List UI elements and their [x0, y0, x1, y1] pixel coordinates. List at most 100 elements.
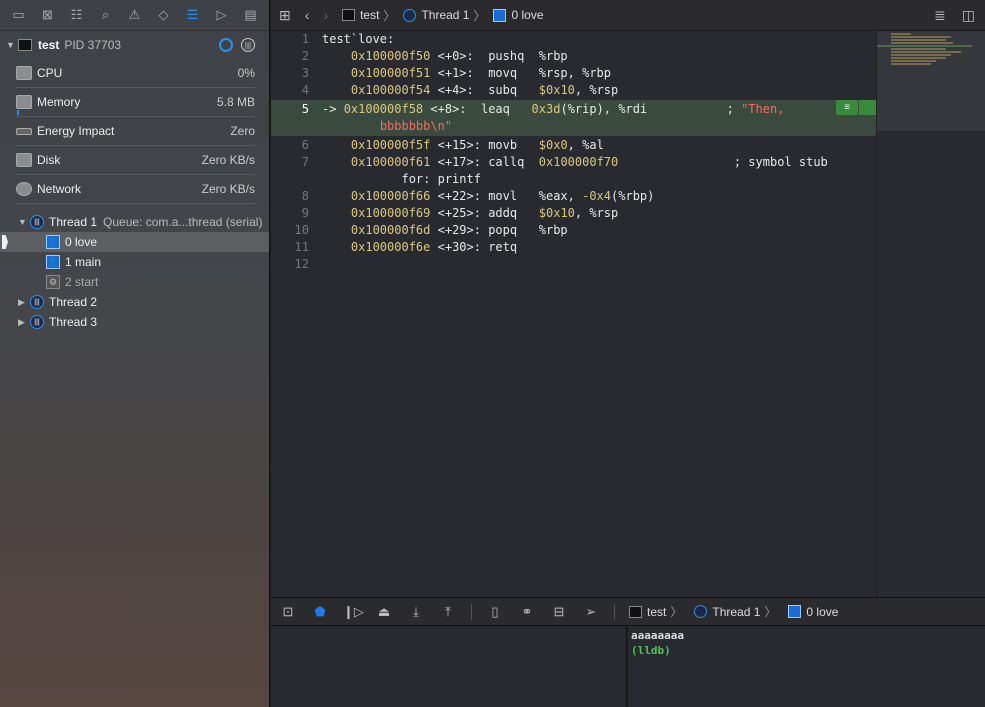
minimap-viewport[interactable]: [877, 31, 985, 131]
report-icon[interactable]: ▤: [243, 7, 259, 23]
crumb-thread[interactable]: Thread 1 〉: [694, 603, 780, 620]
cpu-icon: [16, 66, 32, 80]
editor-options-icon[interactable]: ≣: [934, 7, 946, 24]
frame-row[interactable]: 👤 1 main: [0, 252, 269, 272]
code-token: (%rip), %rdi ;: [560, 102, 742, 116]
thread-icon: [403, 8, 417, 22]
disclosure-triangle-icon[interactable]: ▶: [18, 317, 30, 328]
code-line: 6 0x100000f5f <+15>: movb $0x0, %al: [271, 137, 876, 154]
gauge-icon[interactable]: [219, 38, 233, 52]
instruction-pointer-handle[interactable]: [859, 100, 876, 115]
crumb-thread[interactable]: Thread 1 〉: [403, 7, 489, 24]
related-items-icon[interactable]: ⊞: [279, 7, 291, 24]
crumb-frame[interactable]: 0 love: [493, 8, 544, 22]
disclosure-triangle-icon[interactable]: ▼: [18, 217, 30, 227]
code-token: 0x100000f6e: [350, 240, 431, 254]
forward-icon[interactable]: ›: [323, 7, 328, 23]
code-token: <+29>: popq %rbp: [430, 223, 568, 237]
thread-1-row[interactable]: ▼ ||| Thread 1 Queue: com.a...thread (se…: [0, 212, 269, 232]
frame-row[interactable]: ⚙ 2 start: [0, 272, 269, 292]
code-token: <+17>: callq: [430, 155, 539, 169]
simulate-location-icon[interactable]: ➢: [582, 604, 600, 620]
instruction-pointer-menu-button[interactable]: ≡: [836, 100, 858, 115]
gauge-energy[interactable]: Energy Impact Zero: [16, 117, 255, 146]
minimap[interactable]: [876, 31, 985, 597]
code-line: 5 -> 0x100000f58 <+8>: leaq 0x3d(%rip), %…: [271, 100, 876, 136]
gauge-network[interactable]: Network Zero KB/s: [16, 175, 255, 204]
memory-graph-icon[interactable]: ⚭: [518, 604, 536, 620]
back-icon[interactable]: ‹: [305, 7, 310, 23]
continue-icon[interactable]: ❙▷: [343, 604, 364, 620]
process-row[interactable]: ▼ test PID 37703 |||: [0, 31, 269, 59]
code-text: 0x100000f6e <+30>: retq: [309, 239, 517, 256]
breakpoint-icon[interactable]: ▷: [214, 7, 230, 23]
line-number: 11: [294, 240, 309, 254]
environment-overrides-icon[interactable]: ⊟: [550, 604, 568, 620]
code-token: <+1>: movq %rsp, %rbp: [430, 66, 612, 80]
crumb-process[interactable]: test 〉: [342, 7, 399, 24]
thread-2-row[interactable]: ▶ ||| Thread 2: [0, 292, 269, 312]
code-token: -0x4: [582, 189, 612, 203]
disclosure-triangle-icon[interactable]: ▼: [6, 40, 18, 50]
debug-navigator-icon[interactable]: ☰: [185, 7, 201, 23]
breakpoint-test-icon[interactable]: ◇: [156, 7, 172, 23]
variables-view[interactable]: [271, 626, 627, 707]
thread-queue: Queue: com.a...thread (serial): [103, 215, 263, 229]
code-line: 7 0x100000f61 <+17>: callq 0x100000f70 ;…: [271, 154, 876, 188]
line-number: [271, 118, 309, 135]
code-line: 10 0x100000f6d <+29>: popq %rbp: [271, 222, 876, 239]
code-line: 2 0x100000f50 <+0>: pushq %rbp: [271, 48, 876, 65]
thread-3-row[interactable]: ▶ ||| Thread 3: [0, 312, 269, 332]
frame-label: 0 love: [65, 235, 98, 249]
code-area[interactable]: 1 test`love: 2 0x100000f50 <+0>: pushq %rb…: [271, 31, 876, 273]
gauge-value: Zero KB/s: [201, 153, 255, 167]
code-token: 0x100000f69: [350, 206, 431, 220]
jump-bar: ⊞ ‹ › test 〉 Thread 1 〉 0 love ≣ ◫: [271, 0, 985, 31]
step-into-icon[interactable]: ⤓: [407, 604, 425, 620]
memory-icon: [16, 95, 32, 109]
crumb-frame[interactable]: 0 love: [788, 605, 838, 619]
gauge-cpu[interactable]: CPU 0%: [16, 59, 255, 88]
step-out-icon[interactable]: ⤒: [439, 604, 457, 620]
code-text: for: printf: [309, 171, 480, 188]
code-token: 0x100000f61: [350, 155, 431, 169]
frame-label: 2 start: [65, 275, 99, 289]
thread-icon: |||: [30, 315, 44, 329]
code-token: 0x100000f54: [350, 83, 431, 97]
debug-navigator: ▭ ⊠ ☷ ⌕ ⚠ ◇ ☰ ▷ ▤ ▼ test PID 37703 ||| C…: [0, 0, 270, 707]
console[interactable]: aaaaaaaa (lldb): [628, 626, 985, 707]
hide-debug-area-icon[interactable]: ⊡: [279, 604, 297, 620]
folder-icon[interactable]: ▭: [11, 7, 27, 23]
line-number: 3: [301, 66, 309, 80]
disclosure-triangle-icon[interactable]: ▶: [18, 297, 30, 308]
thread-icon: |||: [30, 215, 44, 229]
view-hierarchy-icon[interactable]: ▯: [486, 604, 504, 620]
code-text: 0x100000f61 <+17>: callq 0x100000f70 ; s…: [309, 154, 828, 171]
crumb-label: test: [360, 8, 380, 22]
code-token: 0x3d: [531, 102, 561, 116]
frame-row[interactable]: 👤 0 love: [0, 232, 269, 252]
breakpoints-toggle-icon[interactable]: ⬟: [311, 604, 329, 620]
add-editor-icon[interactable]: ◫: [962, 7, 975, 24]
lldb-prompt[interactable]: (lldb): [631, 643, 982, 658]
gauge-memory[interactable]: Memory 5.8 MB: [16, 88, 255, 117]
thread-view-icon[interactable]: |||: [241, 38, 255, 52]
warning-icon[interactable]: ⚠: [127, 7, 143, 23]
code-token: "Then,: [741, 102, 785, 116]
step-over-icon[interactable]: ⏏: [375, 604, 393, 620]
code-token: 0x100000f66: [350, 189, 431, 203]
code-token: 0x100000f58: [343, 102, 424, 116]
source-control-icon[interactable]: ⊠: [40, 7, 56, 23]
battery-icon: [16, 127, 32, 135]
search-icon[interactable]: ⌕: [98, 7, 114, 23]
crumb-process[interactable]: test 〉: [629, 603, 686, 620]
hierarchy-icon[interactable]: ☷: [69, 7, 85, 23]
gauge-disk[interactable]: Disk Zero KB/s: [16, 146, 255, 175]
code-token: <+22>: movl %eax,: [430, 189, 583, 203]
code-token: test`love:: [322, 32, 395, 46]
code-text: 0x100000f66 <+22>: movl %eax, -0x4(%rbp): [309, 188, 654, 205]
code-token: <+4>: subq: [430, 83, 539, 97]
debug-bar: ⊡ ⬟ ❙▷ ⏏ ⤓ ⤒ ▯ ⚭ ⊟ ➢ test 〉 Thread 1 〉 0 l…: [271, 597, 985, 626]
